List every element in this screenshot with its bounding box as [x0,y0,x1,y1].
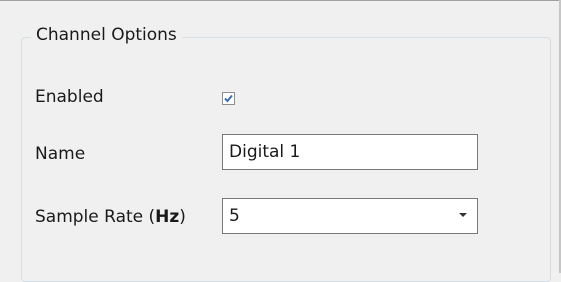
enabled-label: Enabled [35,87,104,107]
sample-rate-value: 5 [229,206,240,226]
name-input[interactable]: Digital 1 [222,134,478,170]
sample-rate-label-suffix: ) [179,207,186,227]
enabled-checkbox[interactable] [222,92,235,105]
sample-rate-select[interactable]: 5 [222,198,478,234]
sample-rate-unit: Hz [155,207,180,227]
sample-rate-label-prefix: Sample Rate ( [35,207,156,227]
sample-rate-label: Sample Rate (Hz) [35,206,186,228]
checkmark-icon [224,94,233,103]
chevron-down-icon[interactable] [459,213,467,217]
group-title: Channel Options [31,23,182,47]
top-divider [0,0,561,1]
name-label: Name [35,144,86,164]
